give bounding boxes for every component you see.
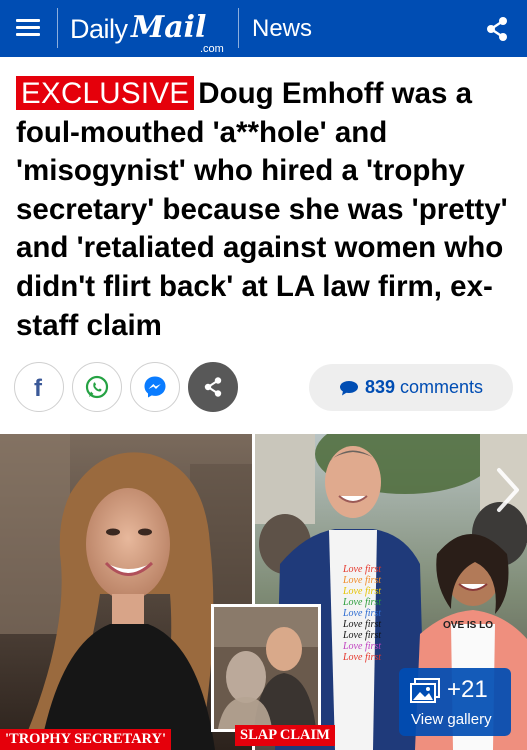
shirt-line: Love first <box>343 586 382 597</box>
exclusive-badge: EXCLUSIVE <box>16 76 195 110</box>
view-gallery-button[interactable]: +21 View gallery <box>399 668 511 736</box>
facebook-icon: f <box>34 375 43 399</box>
view-gallery-label: View gallery <box>411 711 492 728</box>
more-share-button[interactable] <box>188 362 238 412</box>
channel-label[interactable]: News <box>252 15 312 43</box>
header-divider <box>238 8 239 48</box>
logo-daily: Daily <box>70 14 128 44</box>
share-bar: f 839 comments <box>14 362 514 414</box>
shirt-line: Love first <box>343 641 382 652</box>
hamburger-menu-icon[interactable] <box>16 16 40 40</box>
shirt-line: Love first <box>343 597 382 608</box>
gallery-icon <box>410 678 440 703</box>
caption-slap-claim: SLAP CLAIM <box>235 725 335 746</box>
caption-trophy-secretary: 'TROPHY SECRETARY' <box>0 729 172 750</box>
messenger-icon <box>144 376 166 398</box>
inset-photo <box>211 604 321 732</box>
comments-label: comments <box>400 377 484 397</box>
comments-count: 839 <box>364 377 395 397</box>
shirt-text: Love first Love first Love first Love fi… <box>343 564 399 663</box>
shirt-line: Love first <box>343 608 382 619</box>
top-nav-bar: Daily Mail .com News <box>0 0 527 57</box>
shirt-line: Love first <box>343 564 382 575</box>
gallery-count: +21 <box>447 676 488 703</box>
shirt-line: Love first <box>343 619 382 630</box>
headline-text: Doug Emhoff was a foul-mouthed 'a**hole'… <box>16 77 508 342</box>
svg-text:f: f <box>34 375 43 399</box>
shirt-line: Love first <box>343 652 382 663</box>
article-headline: EXCLUSIVE Doug Emhoff was a foul-mouthed … <box>16 75 516 345</box>
share-icon <box>204 377 222 397</box>
logo-com: .com <box>200 43 224 55</box>
messenger-share-button[interactable] <box>130 362 180 412</box>
whatsapp-share-button[interactable] <box>72 362 122 412</box>
next-photo-chevron-icon[interactable] <box>489 464 527 516</box>
photo-gallery[interactable]: 'TROPHY SECRETARY' Love first Love first… <box>0 434 527 750</box>
shirt-line: Love first <box>343 630 382 641</box>
speech-bubble-icon <box>339 380 358 395</box>
whatsapp-icon <box>85 375 109 399</box>
header-divider <box>57 8 58 48</box>
shirt-line: Love first <box>343 575 382 586</box>
facebook-share-button[interactable]: f <box>14 362 64 412</box>
logo-mail: Mail <box>131 10 207 45</box>
share-icon[interactable] <box>484 16 510 42</box>
shirt-right-text: OVE IS LO <box>443 620 494 631</box>
comments-button[interactable]: 839 comments <box>309 364 513 411</box>
